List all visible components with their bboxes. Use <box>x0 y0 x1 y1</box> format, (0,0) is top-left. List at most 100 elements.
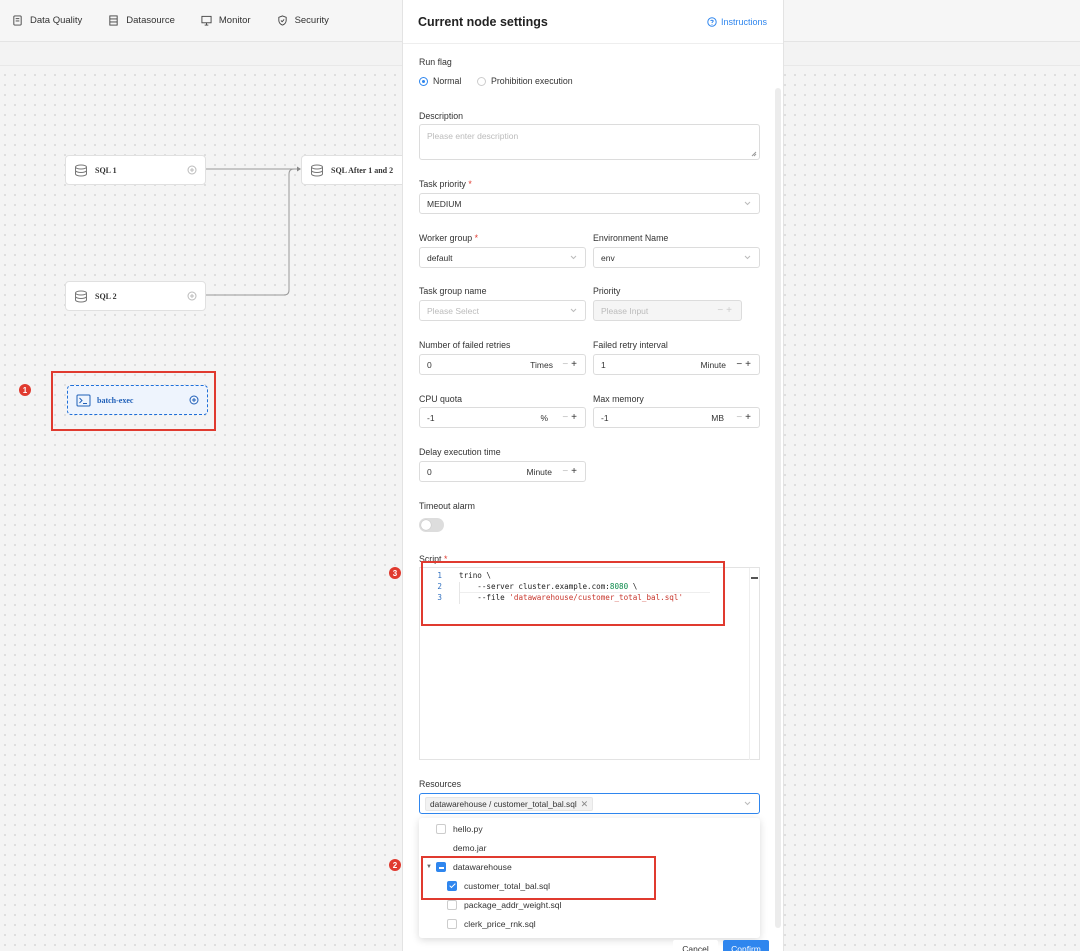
priority-stepper[interactable]: −+ <box>717 305 735 316</box>
tree-item-package-addr-weight[interactable]: package_addr_weight.sql <box>447 900 561 910</box>
editor-minimap[interactable] <box>749 568 758 760</box>
shell-node-icon <box>76 394 91 406</box>
cpu-quota-label: CPU quota <box>419 394 463 404</box>
worker-group-label: Worker group * <box>419 233 479 243</box>
resource-tag: datawarehouse / customer_total_bal.sql ✕ <box>425 797 594 811</box>
task-group-label: Task group name <box>419 286 487 296</box>
cpu-quota-input[interactable]: -1 % −+ <box>419 407 586 428</box>
checkbox[interactable] <box>447 900 457 910</box>
node-label: SQL After 1 and 2 <box>331 165 394 175</box>
failed-retries-label: Number of failed retries <box>419 340 511 350</box>
max-memory-label: Max memory <box>593 394 644 404</box>
cpu-quota-stepper[interactable]: −+ <box>562 412 580 423</box>
annotation-box-3 <box>421 561 725 626</box>
failed-retries-stepper[interactable]: −+ <box>562 359 580 370</box>
worker-group-select[interactable]: default <box>419 247 586 268</box>
timeout-alarm-toggle[interactable] <box>419 518 444 532</box>
retry-interval-label: Failed retry interval <box>593 340 668 350</box>
cancel-button[interactable]: Cancel <box>673 940 718 951</box>
retry-interval-stepper[interactable]: −+ <box>736 359 754 370</box>
delay-time-unit: Minute <box>526 467 552 477</box>
sql-node-icon <box>75 290 87 303</box>
node-label: SQL 2 <box>95 291 117 301</box>
worker-group-value: default <box>427 252 453 263</box>
description-placeholder: Please enter description <box>427 131 519 141</box>
help-icon <box>707 16 717 27</box>
tree-item-hello-py[interactable]: hello.py <box>436 824 483 834</box>
checkbox[interactable] <box>447 919 457 929</box>
delay-time-input[interactable]: 0 Minute −+ <box>419 461 586 482</box>
dag-node-batch-exec[interactable]: batch-exec <box>67 385 208 415</box>
task-group-placeholder: Please Select <box>427 305 479 316</box>
priority-label: Priority <box>593 286 621 296</box>
priority-input[interactable]: Please Input −+ <box>593 300 742 321</box>
node-add-icon[interactable] <box>189 395 199 405</box>
drawer-scrollbar[interactable] <box>775 88 781 928</box>
dag-node-sql1[interactable]: SQL 1 <box>65 155 206 185</box>
checkbox[interactable] <box>436 824 446 834</box>
environment-select[interactable]: env <box>593 247 760 268</box>
node-label: SQL 1 <box>95 165 117 175</box>
delay-time-stepper[interactable]: −+ <box>562 466 580 477</box>
run-flag-prohibit-radio[interactable] <box>477 77 486 86</box>
sql-node-icon <box>311 164 323 177</box>
tree-item-label: hello.py <box>453 824 483 834</box>
max-memory-input[interactable]: -1 MB −+ <box>593 407 760 428</box>
resize-handle-icon <box>751 151 757 157</box>
tree-item-label: demo.jar <box>453 843 487 853</box>
tree-item-demo-jar[interactable]: demo.jar <box>436 843 486 853</box>
timeout-alarm-label: Timeout alarm <box>419 501 475 511</box>
tree-item-label: clerk_price_rnk.sql <box>464 919 536 929</box>
dag-node-sql-after[interactable]: SQL After 1 and 2 <box>301 155 402 185</box>
task-priority-select[interactable]: MEDIUM <box>419 193 760 214</box>
chevron-down-icon <box>570 255 577 260</box>
chevron-down-icon <box>570 308 577 313</box>
task-priority-label: Task priority * <box>419 179 472 189</box>
delay-time-label: Delay execution time <box>419 447 501 457</box>
cpu-quota-unit: % <box>540 413 548 423</box>
run-flag-normal-radio[interactable] <box>419 77 428 86</box>
retry-interval-value: 1 <box>601 359 606 370</box>
delay-time-value: 0 <box>427 466 432 477</box>
chevron-down-icon <box>744 201 751 206</box>
dag-edges <box>206 166 301 296</box>
retry-interval-unit: Minute <box>700 360 726 370</box>
failed-retries-value: 0 <box>427 359 432 370</box>
max-memory-value: -1 <box>601 412 609 423</box>
confirm-button[interactable]: Confirm <box>723 940 769 951</box>
instructions-link[interactable]: Instructions <box>707 17 767 27</box>
node-add-icon[interactable] <box>187 291 197 301</box>
instructions-label: Instructions <box>720 16 767 27</box>
description-label: Description <box>419 111 464 121</box>
run-flag-label: Run flag <box>419 57 452 67</box>
annotation-badge-2: 2 <box>389 859 401 871</box>
max-memory-unit: MB <box>711 413 724 423</box>
resources-select[interactable]: datawarehouse / customer_total_bal.sql ✕ <box>419 793 760 814</box>
cpu-quota-value: -1 <box>427 412 435 423</box>
failed-retries-input[interactable]: 0 Times −+ <box>419 354 586 375</box>
tree-item-clerk-price-rnk[interactable]: clerk_price_rnk.sql <box>447 919 536 929</box>
description-textarea[interactable]: Please enter description <box>419 124 760 160</box>
close-icon[interactable]: ✕ <box>581 799 589 810</box>
annotation-badge-1: 1 <box>19 384 31 396</box>
task-group-select[interactable]: Please Select <box>419 300 586 321</box>
task-priority-text: Task priority <box>419 179 466 189</box>
max-memory-stepper[interactable]: −+ <box>736 412 754 423</box>
run-flag-normal-label: Normal <box>433 76 462 86</box>
node-add-icon[interactable] <box>187 165 197 175</box>
resources-label: Resources <box>419 779 462 789</box>
failed-retries-unit: Times <box>530 360 553 370</box>
retry-interval-input[interactable]: 1 Minute −+ <box>593 354 760 375</box>
node-settings-drawer: Current node settings Instructions Run f… <box>402 0 784 951</box>
run-flag-prohibit-label: Prohibition execution <box>491 76 573 86</box>
node-label: batch-exec <box>97 395 134 405</box>
chevron-down-icon <box>744 255 751 260</box>
annotation-box-2 <box>421 856 656 900</box>
priority-placeholder: Please Input <box>601 305 649 316</box>
environment-value: env <box>601 252 615 263</box>
dag-node-sql2[interactable]: SQL 2 <box>65 281 206 311</box>
resource-tag-label: datawarehouse / customer_total_bal.sql <box>430 799 577 809</box>
drawer-header: Current node settings Instructions <box>403 0 783 44</box>
chevron-down-icon <box>744 801 751 806</box>
environment-label: Environment Name <box>593 233 669 243</box>
